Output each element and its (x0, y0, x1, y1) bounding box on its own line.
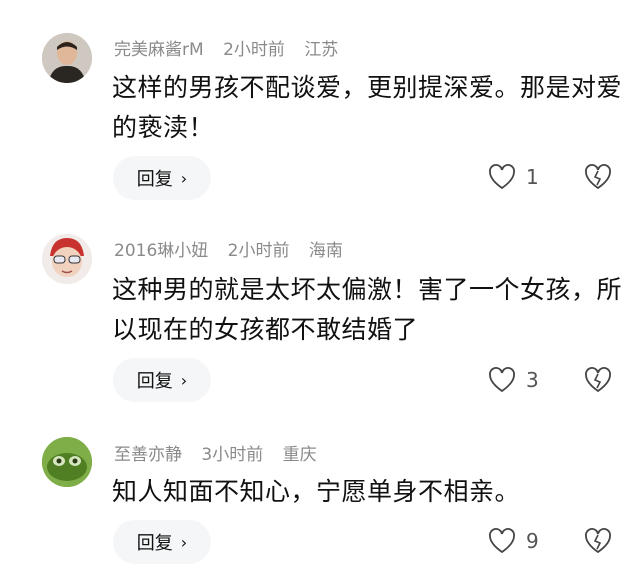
chevron-right-icon: › (180, 168, 188, 188)
broken-heart-icon (585, 164, 611, 190)
reply-label: 回复 (136, 533, 173, 554)
heart-icon (489, 367, 515, 393)
dislike-button[interactable] (584, 164, 612, 194)
like-button[interactable]: 1 (488, 164, 539, 190)
comment-text: 知人知面不知心，宁愿单身不相亲。 (112, 477, 521, 506)
reply-button[interactable]: 回复 › (113, 520, 211, 564)
username[interactable]: 完美麻酱rM (114, 40, 204, 60)
like-count: 3 (526, 368, 539, 392)
comment-meta: 2016琳小妞 2小时前 海南 (114, 236, 357, 261)
chevron-right-icon: › (180, 370, 188, 390)
chevron-right-icon: › (180, 532, 188, 552)
location: 海南 (308, 241, 343, 261)
user-avatar[interactable] (42, 33, 92, 83)
timestamp: 2小时前 (227, 241, 290, 261)
timestamp: 2小时前 (223, 40, 285, 60)
location: 江苏 (304, 40, 339, 60)
username[interactable]: 2016琳小妞 (114, 241, 208, 261)
reply-label: 回复 (136, 371, 173, 392)
user-avatar-sunglasses-icon (42, 234, 92, 284)
timestamp: 3小时前 (201, 445, 264, 465)
user-avatar[interactable] (42, 437, 92, 487)
location: 重庆 (282, 445, 317, 465)
reply-button[interactable]: 回复 › (113, 156, 211, 200)
user-avatar-man-icon (42, 33, 92, 83)
like-button[interactable]: 9 (488, 528, 539, 554)
dislike-button[interactable] (584, 528, 612, 558)
comment-text: 这样的男孩不配谈爱，更别提深爱。那是对爱的亵渎！ (112, 73, 623, 142)
heart-icon (489, 528, 515, 554)
broken-heart-icon (585, 367, 611, 393)
reply-button[interactable]: 回复 › (113, 358, 211, 402)
comment-meta: 完美麻酱rM 2小时前 江苏 (114, 35, 352, 60)
username[interactable]: 至善亦静 (114, 445, 182, 465)
user-avatar[interactable] (42, 234, 92, 284)
like-count: 9 (526, 529, 539, 553)
dislike-button[interactable] (584, 367, 612, 397)
reply-label: 回复 (136, 169, 173, 190)
broken-heart-icon (585, 528, 611, 554)
comment-meta: 至善亦静 3小时前 重庆 (114, 440, 331, 465)
like-button[interactable]: 3 (488, 367, 539, 393)
user-avatar-green-icon (42, 437, 92, 487)
comment-text: 这种男的就是太坏太偏激！害了一个女孩，所以现在的女孩都不敢结婚了 (112, 275, 623, 344)
like-count: 1 (526, 165, 539, 189)
heart-icon (489, 164, 515, 190)
